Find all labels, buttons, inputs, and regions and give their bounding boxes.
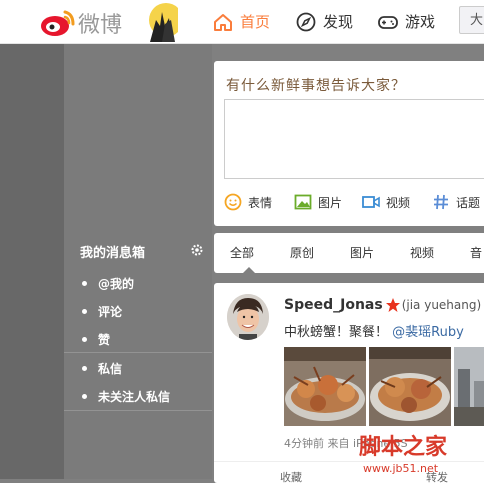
bullet-icon: [82, 309, 87, 314]
bullet-icon: [82, 394, 87, 399]
post-composer: 有什么新鲜事想告诉大家？ 表情 图片 视频 话题: [214, 61, 484, 226]
watermark-title: 脚本之家: [359, 434, 448, 460]
video-button[interactable]: 视频: [362, 193, 410, 211]
post-text: 中秋螃蟹！聚餐！: [284, 325, 389, 340]
emoji-button[interactable]: 表情: [224, 193, 272, 211]
logo-wordmark: 微博: [78, 13, 122, 38]
sidebar-item-likes[interactable]: 赞: [82, 331, 110, 348]
nav-games-label: 游戏: [405, 13, 436, 31]
topic-label: 话题: [456, 195, 481, 210]
video-label: 视频: [386, 195, 411, 210]
sidebar-item-stranger-messages[interactable]: 未关注人私信: [82, 388, 170, 405]
image-label: 图片: [318, 195, 343, 210]
sidebar-item-label: 评论: [98, 305, 123, 319]
nav-discover-label: 发现: [323, 13, 354, 31]
weibo-logo[interactable]: 微博: [38, 2, 178, 42]
star-badge-icon: [385, 298, 400, 312]
favorite-button[interactable]: 收藏: [280, 469, 302, 483]
tab-original[interactable]: 原创: [290, 233, 314, 273]
site-watermark: 脚本之家 www.jb51.net: [359, 434, 448, 475]
search-input[interactable]: 大: [459, 6, 484, 34]
hashtag-icon: [434, 194, 448, 210]
watermark-url: www.jb51.net: [363, 462, 439, 475]
bullet-icon: [82, 337, 87, 342]
nav-discover[interactable]: 发现: [295, 0, 353, 43]
tab-images[interactable]: 图片: [350, 233, 374, 273]
gamepad-icon: [378, 15, 398, 29]
post-mention-link[interactable]: @裴瑶Ruby: [392, 325, 464, 340]
sidebar-item-label: @我的: [98, 277, 135, 291]
home-icon: [214, 13, 232, 31]
sidebar-item-comments[interactable]: 评论: [82, 303, 122, 320]
post-author-remark: (jia yuehang): [401, 298, 482, 312]
bullet-icon: [82, 281, 87, 286]
active-tab-caret: [243, 267, 255, 273]
nav-home-label: 首页: [240, 13, 271, 31]
tab-videos[interactable]: 视频: [410, 233, 434, 273]
image-icon: [294, 194, 312, 210]
sidebar-item-label: 未关注人私信: [98, 390, 171, 404]
video-icon: [362, 196, 380, 208]
sidebar-item-private-messages[interactable]: 私信: [82, 360, 122, 377]
image-button[interactable]: 图片: [294, 193, 342, 211]
bullet-icon: [82, 366, 87, 371]
topic-button[interactable]: 话题: [432, 193, 480, 211]
sidebar-divider: [64, 410, 212, 411]
tab-music[interactable]: 音: [470, 233, 482, 273]
sidebar-item-label: 私信: [98, 362, 123, 376]
post-author-row: Speed_Jonas (jia yuehang): [284, 297, 481, 313]
smile-icon: [224, 193, 242, 211]
avatar[interactable]: [227, 294, 269, 340]
nav-games[interactable]: 游戏: [377, 0, 435, 43]
feed-filter-tabs: 全部 原创 图片 视频 音: [214, 233, 484, 273]
emoji-label: 表情: [248, 195, 273, 210]
post-author-name[interactable]: Speed_Jonas: [284, 297, 383, 313]
compass-icon: [296, 12, 316, 31]
post-photo-1[interactable]: [284, 347, 366, 426]
post-time: 4分钟前 来自: [284, 437, 350, 450]
left-rail: [0, 44, 64, 479]
top-nav-bar: 微博 首页 发现 游戏 大: [0, 0, 484, 44]
post-content: 中秋螃蟹！聚餐！ @裴瑶Ruby: [284, 321, 464, 340]
gear-icon[interactable]: [190, 243, 204, 257]
message-sidebar: 我的消息箱 @我的 评论 赞 私信 未关注人私信: [64, 44, 212, 479]
nav-home[interactable]: 首页: [212, 0, 270, 43]
message-box-title: 我的消息箱: [80, 246, 146, 261]
sidebar-divider: [64, 352, 212, 353]
sidebar-item-label: 赞: [98, 333, 111, 347]
composer-textarea[interactable]: [224, 99, 484, 179]
sidebar-item-mentions[interactable]: @我的: [82, 275, 134, 292]
post-photo-2[interactable]: [369, 347, 451, 426]
composer-prompt: 有什么新鲜事想告诉大家？: [226, 78, 406, 94]
post-photo-3[interactable]: [454, 347, 484, 426]
